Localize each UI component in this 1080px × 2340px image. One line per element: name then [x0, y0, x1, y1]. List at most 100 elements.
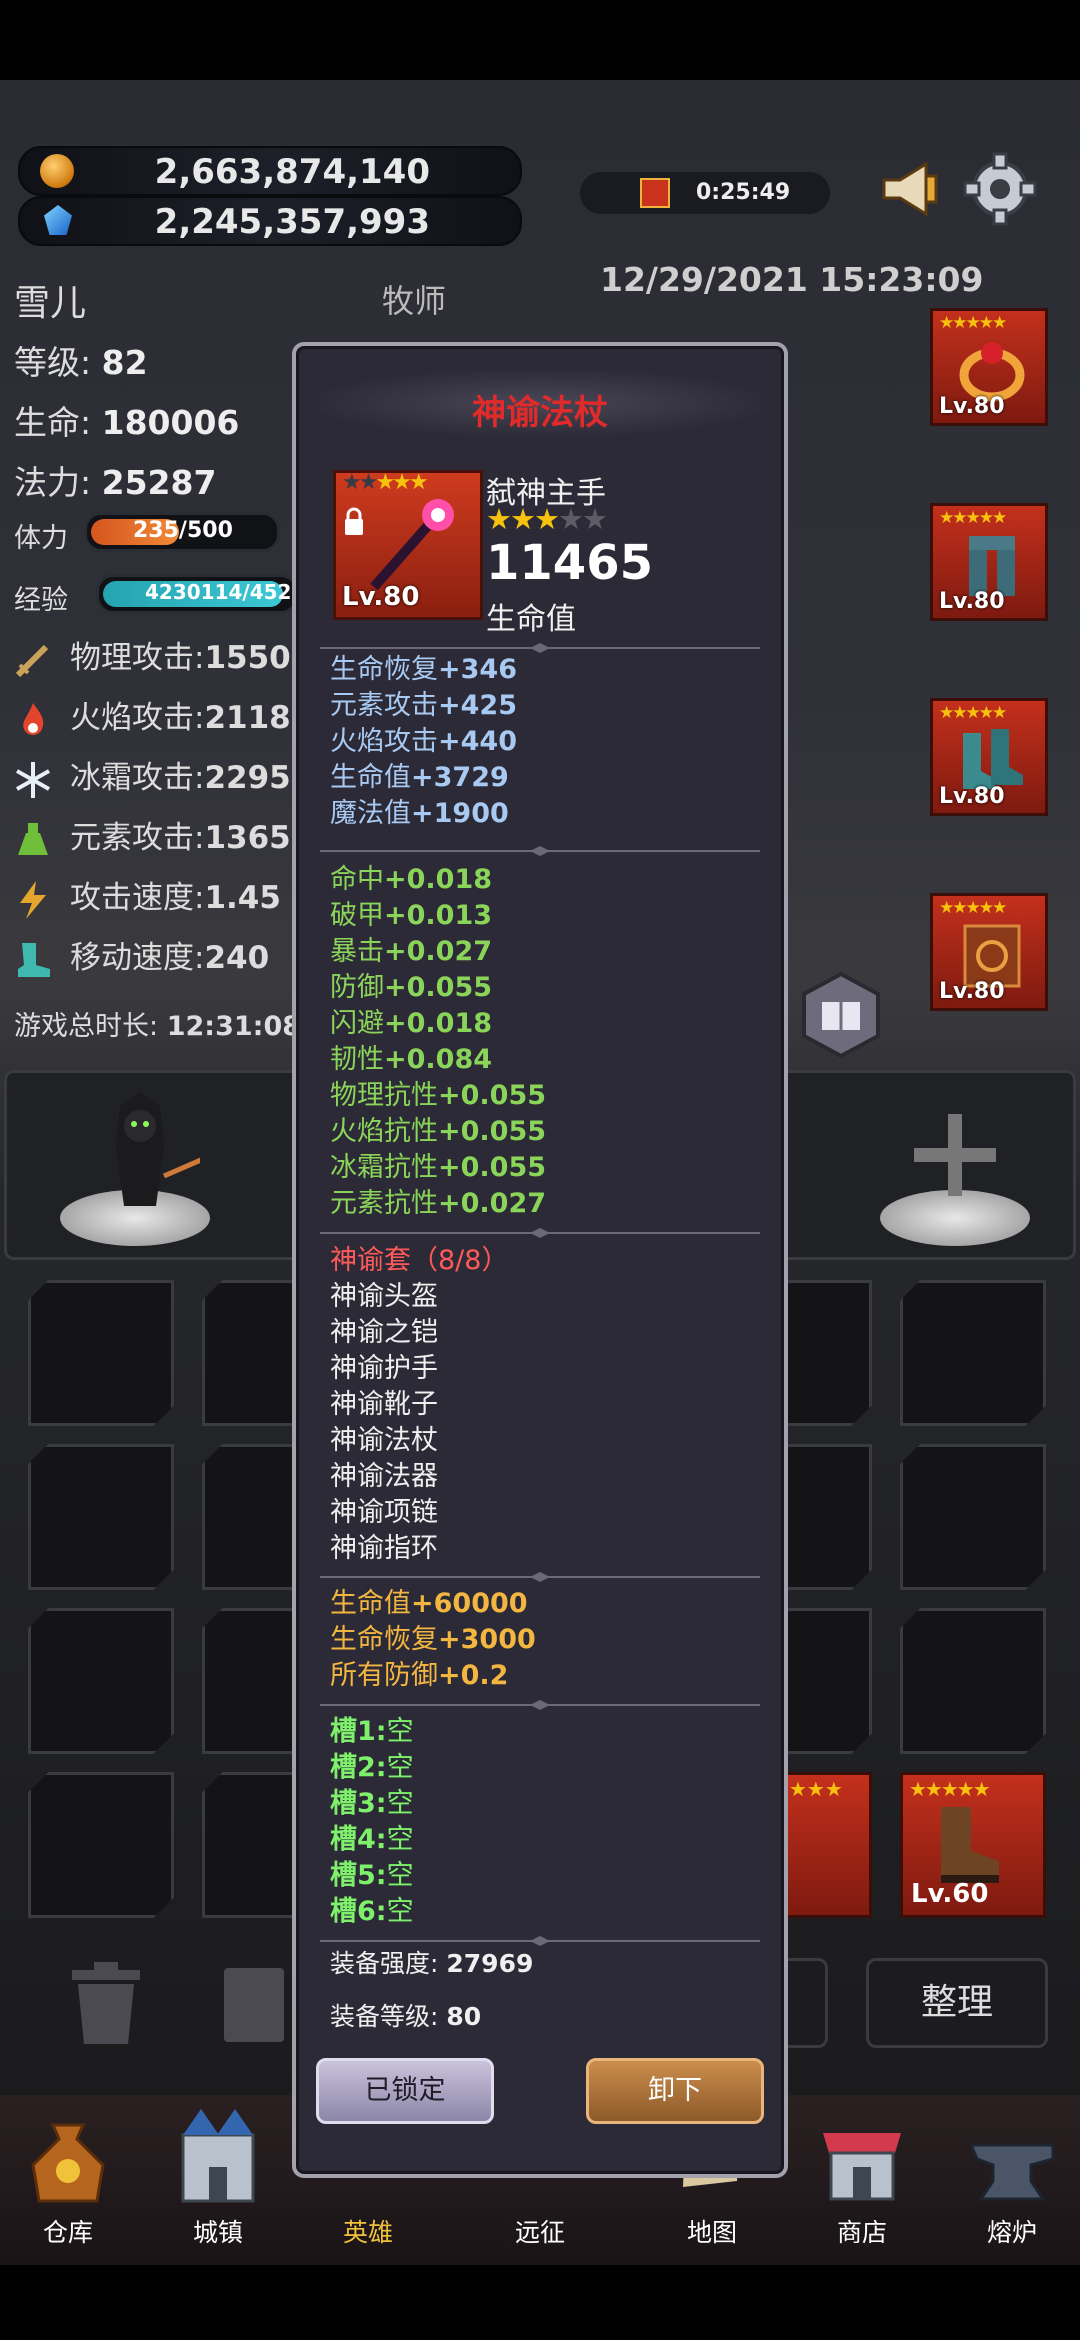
- book-icon[interactable]: [796, 970, 886, 1060]
- set-item: 神谕项链: [330, 1497, 438, 1528]
- attr-label: 元素攻击:: [70, 820, 205, 856]
- stat-value: +0.027: [384, 936, 493, 967]
- mp-label: 法力:: [14, 463, 92, 502]
- nav-forge[interactable]: 熔炉: [952, 2105, 1072, 2249]
- equip-slot-boots[interactable]: ★★★★★ Lv.80: [930, 698, 1048, 816]
- level-value: 82: [101, 343, 148, 382]
- socket-slot: 槽3:空: [330, 1786, 414, 1822]
- set-item: 神谕之铠: [330, 1317, 438, 1348]
- nav-shop[interactable]: 商店: [802, 2105, 922, 2249]
- attr-value: 2118: [204, 700, 291, 736]
- sort-button[interactable]: 整理: [866, 1958, 1048, 2048]
- section-divider: [320, 1936, 760, 1946]
- hero-avatar[interactable]: [80, 1086, 200, 1226]
- gift-box-icon[interactable]: [640, 178, 670, 208]
- stat-name: 火焰攻击: [330, 726, 438, 757]
- level-label: 等级:: [14, 343, 92, 382]
- gold-amount: 2,663,874,140: [154, 152, 430, 192]
- set-bonus: 所有防御+0.2: [330, 1658, 508, 1694]
- gem-icon: [44, 205, 72, 235]
- extra-stat: 暴击+0.027: [330, 934, 492, 970]
- inventory-slot[interactable]: [900, 1608, 1046, 1754]
- set-item: 神谕头盔: [330, 1281, 438, 1312]
- section-divider: [320, 846, 760, 856]
- stamina-label: 体力: [14, 523, 68, 554]
- rarity-stars: ★★★★★: [939, 898, 1007, 918]
- socket-slot: 槽6:空: [330, 1894, 414, 1930]
- slot-value: 空: [386, 1824, 414, 1855]
- level-row: 等级: 82: [14, 336, 148, 384]
- stat-name: 生命恢复: [330, 654, 438, 685]
- socket-slot: 槽1:空: [330, 1714, 414, 1750]
- inventory-slot[interactable]: [28, 1280, 174, 1426]
- rarity-stars: ★★★: [789, 1777, 843, 1801]
- play-time-label: 游戏总时长:: [14, 1011, 159, 1042]
- inventory-slot[interactable]: [28, 1608, 174, 1754]
- attr-label: 攻击速度:: [70, 880, 205, 916]
- equip-slot-legs[interactable]: ★★★★★ Lv.80: [930, 503, 1048, 621]
- item-level: Lv.80: [939, 589, 1005, 614]
- mp-row: 法力: 25287: [14, 456, 216, 504]
- attr-label: 物理攻击:: [70, 640, 205, 676]
- stat-value: +1900: [411, 798, 509, 829]
- strength-value: 27969: [446, 1949, 534, 1978]
- slot-value: 空: [386, 1896, 414, 1927]
- extra-stat: 闪避+0.018: [330, 1006, 492, 1042]
- nav-label: 城镇: [192, 2218, 243, 2247]
- stat-value: +0.013: [384, 900, 493, 931]
- nav-warehouse[interactable]: 仓库: [8, 2105, 128, 2249]
- attr-fire-attack: 火焰攻击:2118: [12, 692, 291, 738]
- nav-town[interactable]: 城镇: [158, 2105, 278, 2249]
- base-stat: 火焰攻击+440: [330, 724, 517, 760]
- stat-value: +0.055: [384, 972, 493, 1003]
- unequip-button[interactable]: 卸下: [586, 2058, 764, 2124]
- exp-value: 4230114/4523: [145, 580, 306, 604]
- equipment-level: 装备等级: 80: [330, 1999, 481, 2035]
- stat-name: 破甲: [330, 900, 384, 931]
- equip-slot-ring[interactable]: ★★★★★ Lv.80: [930, 308, 1048, 426]
- slot-name: 槽6:: [330, 1896, 387, 1927]
- stat-value: +3729: [411, 762, 509, 793]
- mp-value: 25287: [101, 463, 217, 502]
- inventory-slot[interactable]: [900, 1280, 1046, 1426]
- attr-element-attack: 元素攻击:1365: [12, 812, 291, 858]
- extra-stat: 火焰抗性+0.055: [330, 1114, 546, 1150]
- trash-icon[interactable]: [66, 1962, 146, 2046]
- section-divider: [320, 1700, 760, 1710]
- base-stat: 生命值+3729: [330, 760, 509, 796]
- inventory-item-boots[interactable]: ★★★★★ Lv.60: [900, 1772, 1046, 1918]
- shop-icon: [823, 2133, 901, 2201]
- locked-button[interactable]: 已锁定: [316, 2058, 494, 2124]
- add-hero-icon[interactable]: [910, 1110, 1000, 1200]
- announcement-horn-icon[interactable]: [878, 158, 940, 220]
- potion-icon: [18, 822, 48, 855]
- base-stat: 生命恢复+346: [330, 652, 517, 688]
- item-main-value-label: 生命值: [486, 602, 576, 637]
- rarity-stars: ★★★★★: [939, 703, 1007, 723]
- slot-name: 槽5:: [330, 1860, 387, 1891]
- extra-stat: 冰霜抗性+0.055: [330, 1150, 546, 1186]
- attr-label: 移动速度:: [70, 940, 205, 976]
- item-icon-level: Lv.80: [342, 582, 420, 612]
- inventory-slot[interactable]: [28, 1772, 174, 1918]
- set-item: 神谕指环: [330, 1533, 438, 1564]
- stat-value: +3000: [438, 1624, 536, 1655]
- settings-gear-icon[interactable]: [963, 152, 1037, 226]
- character-class: 牧师: [382, 282, 447, 320]
- inventory-slot[interactable]: [28, 1444, 174, 1590]
- inventory-slot[interactable]: [900, 1444, 1046, 1590]
- slot-name: 槽2:: [330, 1752, 387, 1783]
- stat-name: 冰霜抗性: [330, 1152, 438, 1183]
- stat-value: +0.055: [438, 1080, 547, 1111]
- stat-value: +425: [438, 690, 517, 721]
- socket-slot: 槽4:空: [330, 1822, 414, 1858]
- ledger-icon[interactable]: [224, 1968, 284, 2042]
- stat-value: +0.027: [438, 1188, 547, 1219]
- hp-label: 生命:: [14, 403, 92, 442]
- equip-slot-offhand[interactable]: ★★★★★ Lv.80: [930, 893, 1048, 1011]
- set-item: 神谕法杖: [330, 1425, 438, 1456]
- stat-name: 生命值: [330, 762, 411, 793]
- gem-amount: 2,245,357,993: [154, 202, 430, 242]
- attr-attack-speed: 攻击速度:1.45: [12, 872, 281, 919]
- stat-name: 生命恢复: [330, 1624, 438, 1655]
